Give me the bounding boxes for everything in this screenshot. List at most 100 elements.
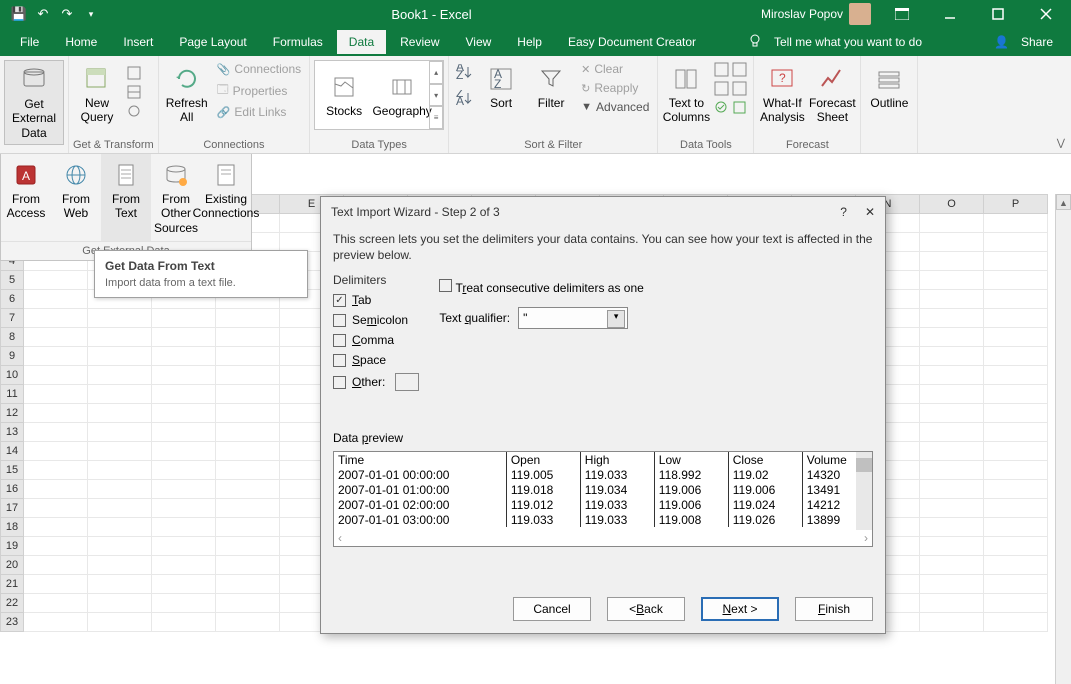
cell[interactable] <box>152 461 216 480</box>
column-header[interactable]: O <box>920 194 984 214</box>
delim-space-checkbox[interactable]: Space <box>333 353 419 367</box>
stocks-button[interactable]: Stocks <box>315 68 373 122</box>
row-header[interactable]: 12 <box>0 404 24 423</box>
vertical-scrollbar[interactable]: ▲ <box>1055 194 1071 684</box>
row-header[interactable]: 15 <box>0 461 24 480</box>
cell[interactable] <box>24 366 88 385</box>
close-dialog-icon[interactable]: ✕ <box>865 205 875 219</box>
cell[interactable] <box>216 594 280 613</box>
new-query-button[interactable]: New Query <box>73 60 121 129</box>
tab-help[interactable]: Help <box>505 30 554 54</box>
cell[interactable] <box>216 499 280 518</box>
row-header[interactable]: 5 <box>0 271 24 290</box>
tab-home[interactable]: Home <box>53 30 109 54</box>
cell[interactable] <box>920 461 984 480</box>
cell[interactable] <box>152 499 216 518</box>
cell[interactable] <box>88 480 152 499</box>
cell[interactable] <box>920 366 984 385</box>
cell[interactable] <box>24 328 88 347</box>
cell[interactable] <box>88 309 152 328</box>
cell[interactable] <box>984 233 1048 252</box>
cell[interactable] <box>216 613 280 632</box>
cell[interactable] <box>24 461 88 480</box>
cell[interactable] <box>88 594 152 613</box>
cell[interactable] <box>984 518 1048 537</box>
cell[interactable] <box>920 328 984 347</box>
existing-connections-button[interactable]: Existing Connections <box>201 154 251 241</box>
tab-formulas[interactable]: Formulas <box>261 30 335 54</box>
cell[interactable] <box>920 404 984 423</box>
back-button[interactable]: < Back <box>607 597 685 621</box>
row-header[interactable]: 23 <box>0 613 24 632</box>
cell[interactable] <box>88 366 152 385</box>
cell[interactable] <box>88 518 152 537</box>
column-header[interactable]: P <box>984 194 1048 214</box>
next-button[interactable]: Next > <box>701 597 779 621</box>
preview-hscroll[interactable]: ‹› <box>334 530 872 546</box>
cell[interactable] <box>88 613 152 632</box>
undo-icon[interactable]: ↶ <box>34 5 52 23</box>
cell[interactable] <box>216 461 280 480</box>
share-button[interactable]: Share <box>1021 35 1053 49</box>
row-header[interactable]: 19 <box>0 537 24 556</box>
cell[interactable] <box>216 442 280 461</box>
forecast-sheet-button[interactable]: Forecast Sheet <box>808 60 856 129</box>
cell[interactable] <box>984 309 1048 328</box>
cell[interactable] <box>152 366 216 385</box>
collapse-ribbon-icon[interactable]: ⋁ <box>1057 138 1065 149</box>
save-icon[interactable]: 💾 <box>10 5 28 23</box>
cell[interactable] <box>216 518 280 537</box>
preview-vscroll[interactable] <box>856 452 872 530</box>
tab-easy-document-creator[interactable]: Easy Document Creator <box>556 30 708 54</box>
cell[interactable] <box>216 309 280 328</box>
row-header[interactable]: 8 <box>0 328 24 347</box>
delim-tab-checkbox[interactable]: ✓Tab <box>333 293 419 307</box>
cell[interactable] <box>24 385 88 404</box>
data-model-icon[interactable] <box>732 100 747 118</box>
maximize-icon[interactable] <box>981 0 1015 28</box>
cell[interactable] <box>152 556 216 575</box>
treat-consecutive-checkbox[interactable]: Treat consecutive delimiters as one <box>439 279 643 295</box>
connections-button[interactable]: 📎 Connections <box>213 60 305 78</box>
row-header[interactable]: 21 <box>0 575 24 594</box>
cell[interactable] <box>920 594 984 613</box>
cell[interactable] <box>88 537 152 556</box>
tab-file[interactable]: File <box>8 30 51 54</box>
row-header[interactable]: 16 <box>0 480 24 499</box>
sort-za-button[interactable]: ZA <box>455 90 473 109</box>
cell[interactable] <box>920 347 984 366</box>
sort-az-button[interactable]: AZ <box>455 64 473 83</box>
filter-button[interactable]: Filter <box>527 60 575 114</box>
cell[interactable] <box>920 499 984 518</box>
cell[interactable] <box>216 556 280 575</box>
cell[interactable] <box>216 328 280 347</box>
cell[interactable] <box>152 518 216 537</box>
cell[interactable] <box>984 366 1048 385</box>
cell[interactable] <box>920 613 984 632</box>
cell[interactable] <box>920 518 984 537</box>
cell[interactable] <box>216 423 280 442</box>
cell[interactable] <box>984 347 1048 366</box>
cell[interactable] <box>88 442 152 461</box>
cell[interactable] <box>984 290 1048 309</box>
cell[interactable] <box>216 537 280 556</box>
cell[interactable] <box>88 328 152 347</box>
cell[interactable] <box>24 594 88 613</box>
cell[interactable] <box>152 575 216 594</box>
cell[interactable] <box>24 480 88 499</box>
cell[interactable] <box>152 328 216 347</box>
cell[interactable] <box>24 518 88 537</box>
cell[interactable] <box>216 480 280 499</box>
row-header[interactable]: 22 <box>0 594 24 613</box>
cell[interactable] <box>24 290 88 309</box>
from-access-button[interactable]: A From Access <box>1 154 51 241</box>
help-icon[interactable]: ? <box>840 205 847 219</box>
cell[interactable] <box>88 575 152 594</box>
tab-insert[interactable]: Insert <box>111 30 165 54</box>
cell[interactable] <box>88 404 152 423</box>
tab-data[interactable]: Data <box>337 30 386 54</box>
cell[interactable] <box>152 594 216 613</box>
row-header[interactable]: 13 <box>0 423 24 442</box>
cell[interactable] <box>152 613 216 632</box>
cell[interactable] <box>152 385 216 404</box>
